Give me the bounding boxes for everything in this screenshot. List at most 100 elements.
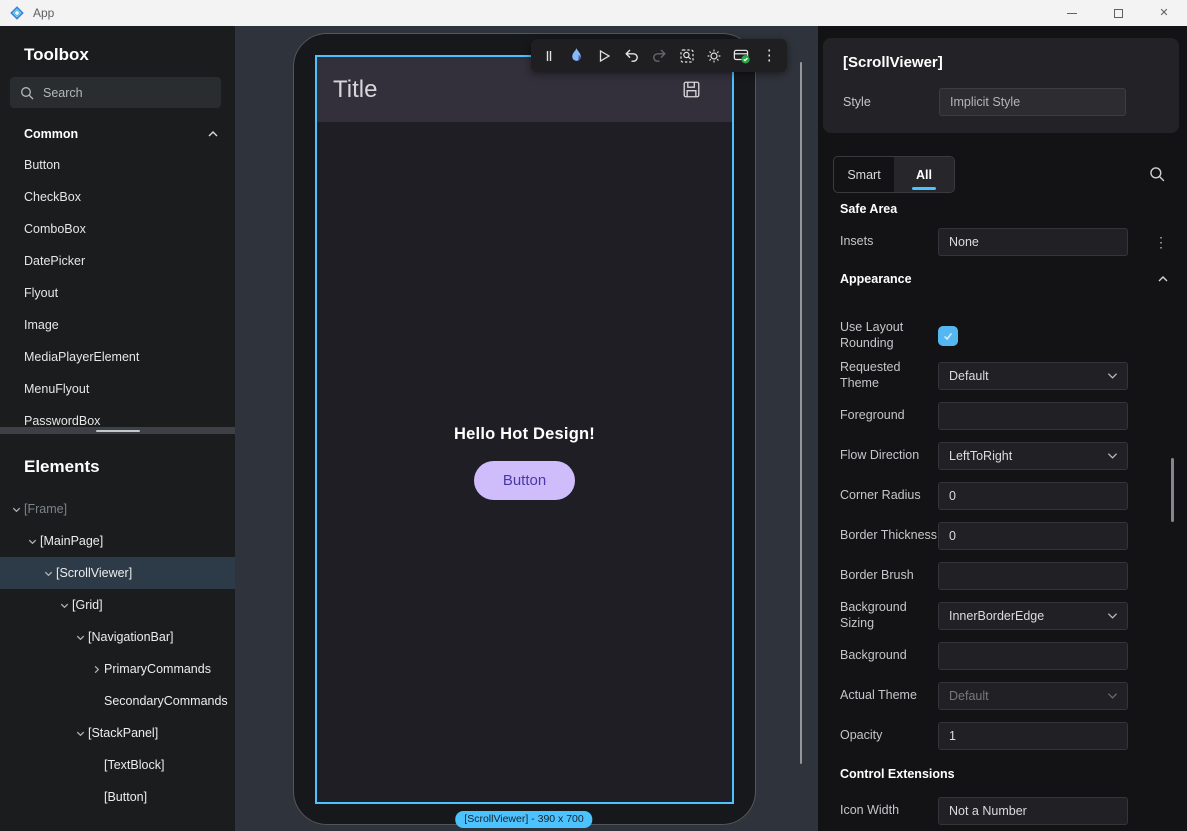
select-value: LeftToRight [949,449,1012,463]
property-label: Background [840,648,938,664]
tree-item-secondarycommands[interactable]: SecondaryCommands [0,685,235,717]
property-label: Actual Theme [840,688,938,704]
tree-item-button[interactable]: [Button] [0,781,235,813]
redo-button[interactable] [645,39,673,72]
background-sizing-select[interactable]: InnerBorderEdge [938,602,1128,630]
toolbox-search[interactable] [10,77,221,108]
maximize-button[interactable] [1095,0,1141,26]
element-picker-icon [679,48,695,64]
toolbox-item-image[interactable]: Image [0,309,235,341]
chevron-down-icon[interactable] [8,504,24,515]
insets-more-icon[interactable]: ⋮ [1154,234,1173,251]
select-value: Default [949,369,989,383]
property-row-flow-direction: Flow Direction LeftToRight [818,436,1187,476]
tree-item-grid[interactable]: [Grid] [0,589,235,621]
close-button[interactable]: ✕ [1141,0,1187,26]
tree-item-navigationbar[interactable]: [NavigationBar] [0,621,235,653]
theme-toggle-button[interactable] [700,39,728,72]
toolbox-item-menuflyout[interactable]: MenuFlyout [0,373,235,405]
tree-item-stackpanel[interactable]: [StackPanel] [0,717,235,749]
property-label: Foreground [840,408,938,424]
close-icon: ✕ [1159,8,1168,19]
elements-panel: Elements [Frame] [MainPage] [ScrollViewe… [0,434,235,831]
selected-element-card: [ScrollViewer] Style Implicit Style [823,38,1179,133]
inspector-scrollbar[interactable] [1171,458,1174,522]
property-label: Use Layout Rounding [840,320,938,351]
border-thickness-input[interactable]: 0 [938,522,1128,550]
toolbox-item-checkbox[interactable]: CheckBox [0,181,235,213]
style-input[interactable]: Implicit Style [939,88,1126,116]
toolbox-section-common[interactable]: Common [0,119,235,149]
toolbar-drag-handle[interactable] [535,39,563,72]
foreground-input[interactable] [938,402,1128,430]
scrollviewer-selection-outline[interactable]: Title Hello Hot Design! Button [315,55,734,804]
tab-all[interactable]: All [894,157,954,192]
property-row-background: Background [818,636,1187,676]
tree-item-label: [ScrollViewer] [56,566,132,580]
more-icon: ⋮ [762,48,777,63]
chevron-down-icon [1107,452,1118,460]
check-icon [942,330,954,342]
property-row-border-thickness: Border Thickness 0 [818,516,1187,556]
use-layout-rounding-checkbox[interactable] [938,326,958,346]
save-icon[interactable] [682,80,701,99]
chevron-down-icon[interactable] [72,728,88,739]
property-row-icon-width: Icon Width Not a Number [818,791,1187,831]
toolbox-search-input[interactable] [43,86,193,100]
flow-direction-select[interactable]: LeftToRight [938,442,1128,470]
toolbox-panel: Toolbox Common Button CheckBox ComboBox … [0,26,235,427]
chevron-down-icon[interactable] [40,568,56,579]
chevron-down-icon[interactable] [72,632,88,643]
toolbox-item-datepicker[interactable]: DatePicker [0,245,235,277]
background-input[interactable] [938,642,1128,670]
toolbox-item-label: DatePicker [24,254,85,268]
tree-item-scrollviewer[interactable]: [ScrollViewer] [0,557,235,589]
requested-theme-select[interactable]: Default [938,362,1128,390]
tab-label: Smart [847,168,880,182]
section-appearance[interactable]: Appearance [818,262,1187,296]
toolbox-item-combobox[interactable]: ComboBox [0,213,235,245]
tree-item-label: [NavigationBar] [88,630,173,644]
hot-design-flame-button[interactable] [563,39,591,72]
toolbox-item-flyout[interactable]: Flyout [0,277,235,309]
tree-item-mainpage[interactable]: [MainPage] [0,525,235,557]
minimize-button[interactable] [1049,0,1095,26]
properties-search-button[interactable] [1149,166,1165,182]
insets-input[interactable]: None [938,228,1128,256]
canvas-scrollbar[interactable] [800,62,802,764]
tree-item-primarycommands[interactable]: PrimaryCommands [0,653,235,685]
toolbox-item-button[interactable]: Button [0,149,235,181]
icon-width-input[interactable]: Not a Number [938,797,1128,825]
sidebar-splitter[interactable] [0,427,235,434]
property-row-insets: Insets None ⋮ [818,222,1187,262]
undo-button[interactable] [618,39,646,72]
drag-handle-icon [541,48,557,64]
tree-item-textblock[interactable]: [TextBlock] [0,749,235,781]
connection-ok-icon [733,47,750,64]
corner-radius-input[interactable]: 0 [938,482,1128,510]
device-button[interactable]: Button [474,461,575,500]
chevron-down-icon [1107,612,1118,620]
toolbox-item-passwordbox[interactable]: PasswordBox [0,405,235,427]
chevron-down-icon[interactable] [24,536,40,547]
element-picker-button[interactable] [673,39,701,72]
chevron-down-icon[interactable] [56,600,72,611]
chevron-up-icon [207,129,219,139]
connection-status-button[interactable] [728,39,756,72]
selection-size-badge: [ScrollViewer] - 390 x 700 [455,811,592,828]
chevron-down-icon [1107,372,1118,380]
design-canvas[interactable]: Title Hello Hot Design! Button [ScrollVi… [235,26,818,831]
elements-title: Elements [0,457,235,477]
property-row-foreground: Foreground [818,396,1187,436]
border-brush-input[interactable] [938,562,1128,590]
chevron-right-icon[interactable] [88,664,104,675]
play-icon [596,48,612,64]
more-options-button[interactable]: ⋮ [756,39,784,72]
toolbox-item-mediaplayerelement[interactable]: MediaPlayerElement [0,341,235,373]
opacity-input[interactable]: 1 [938,722,1128,750]
tab-smart[interactable]: Smart [834,157,894,192]
property-label: Border Brush [840,568,938,584]
play-button[interactable] [590,39,618,72]
tree-item-frame[interactable]: [Frame] [0,493,235,525]
search-icon [1149,166,1165,182]
